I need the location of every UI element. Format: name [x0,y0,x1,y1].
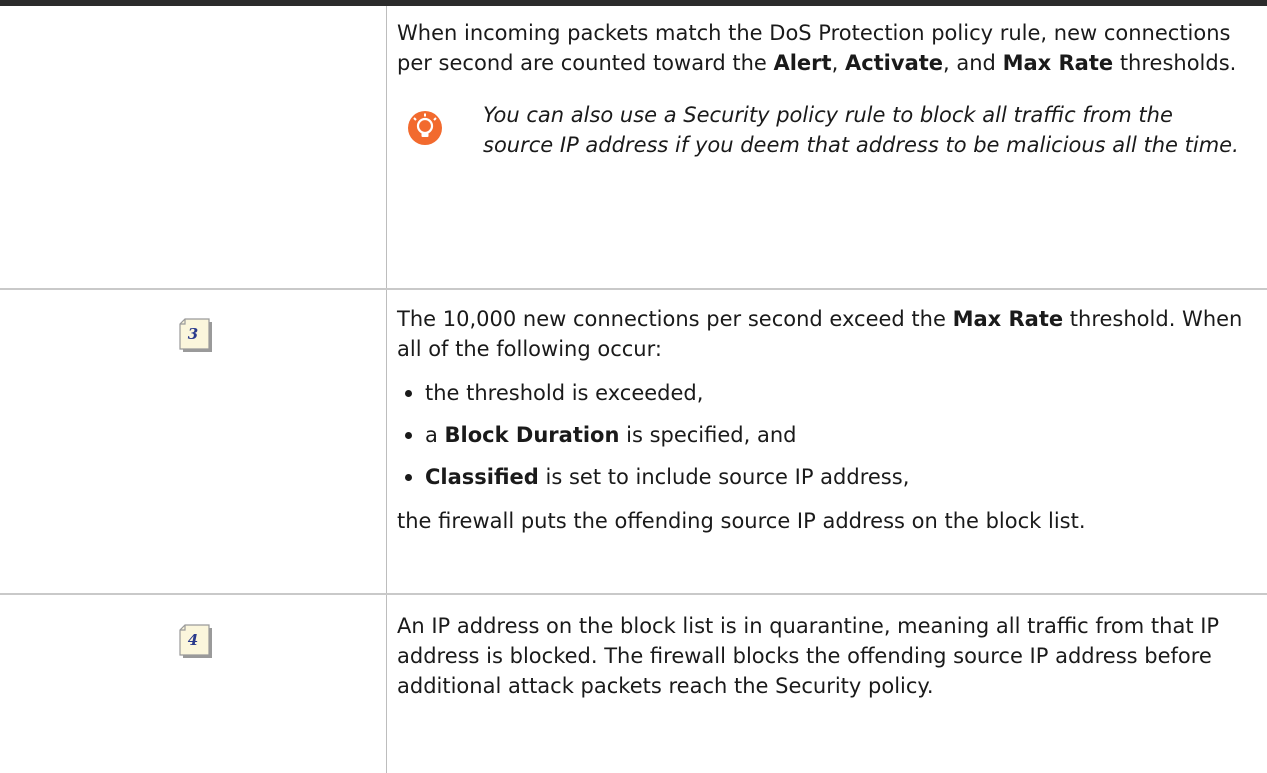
term-max-rate: Max Rate [1002,51,1114,75]
step-2-description: When incoming packets match the DoS Prot… [397,18,1247,174]
step-4-icon: 4 [177,622,213,658]
term-max-rate: Max Rate [952,307,1064,331]
condition-list: the threshold is exceeded, a Block Durat… [397,378,1247,492]
term-classified: Classified [425,465,539,489]
text: thresholds. [1113,51,1237,75]
step-number: 4 [187,631,199,649]
term-block-duration: Block Duration [444,423,620,447]
text: , [831,51,845,75]
step-3-description: The 10,000 new connections per second ex… [397,304,1247,550]
row-divider [0,593,1267,595]
step-3-icon: 3 [177,316,213,352]
tip-callout: You can also use a Security policy rule … [397,100,1247,160]
text: The 10,000 new connections per second ex… [397,307,953,331]
header-bar [0,0,1267,6]
paragraph: the firewall puts the offending source I… [397,509,1086,533]
text: is specified, and [619,423,797,447]
text: , and [943,51,1003,75]
column-divider [386,6,387,773]
term-alert: Alert [773,51,832,75]
row-divider [0,288,1267,290]
list-item: the threshold is exceeded, [397,378,1247,408]
paragraph: When incoming packets match the DoS Prot… [397,18,1247,78]
text: is set to include source IP address, [538,465,910,489]
text: the threshold is exceeded, [425,381,704,405]
lightbulb-icon [408,111,442,145]
step-number: 3 [187,325,199,343]
list-item: a Block Duration is specified, and [397,420,1247,450]
text: a [425,423,445,447]
list-item: Classified is set to include source IP a… [397,462,1247,492]
step-4-description: An IP address on the block list is in qu… [397,611,1247,715]
paragraph: The 10,000 new connections per second ex… [397,304,1247,364]
paragraph: An IP address on the block list is in qu… [397,614,1220,698]
tip-text: You can also use a Security policy rule … [483,103,1239,157]
term-activate: Activate [844,51,944,75]
